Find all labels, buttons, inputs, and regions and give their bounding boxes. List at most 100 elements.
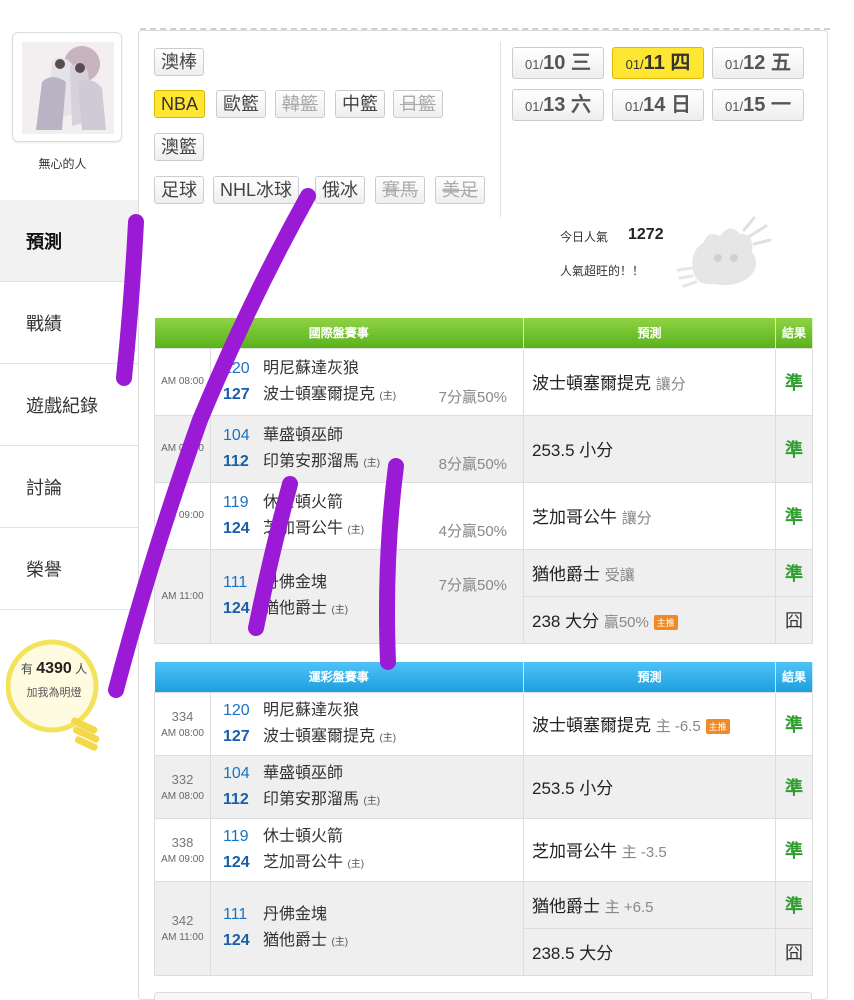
home-team-name: 印第安那溜馬: [263, 790, 360, 808]
avatar[interactable]: [12, 32, 122, 142]
away-team-name: 明尼蘇達灰狼: [263, 359, 360, 377]
sport-btn-aus-basketball[interactable]: 澳籃: [154, 133, 204, 161]
sport-btn-china-basketball[interactable]: 中籃: [335, 90, 385, 118]
sport-btn-american-football[interactable]: 美足: [435, 176, 485, 204]
home-mark: (主): [331, 937, 349, 948]
result-cell: 囧: [775, 927, 814, 976]
prediction-extra: 主 +6.5: [604, 899, 654, 916]
date-btn-0115[interactable]: 01/15 一: [712, 89, 804, 121]
game-teams: 120 明尼蘇達灰狼 127 波士頓塞爾提克 (主) 7分贏50%: [209, 347, 525, 416]
game-time: AM 08:00: [161, 790, 204, 802]
date-day: 10: [543, 52, 566, 74]
table-row: 342 AM 11:00 111 丹佛金塊 124 猶他爵士 (主) 猶他爵士 主 +…: [154, 880, 814, 976]
follow-lightbulb[interactable]: 有 4390 人 加我為明燈: [6, 638, 102, 758]
date-month: 01/: [525, 99, 544, 114]
home-team-number: 124: [223, 600, 250, 617]
prediction-cell: 238 大分 贏50% 主推: [523, 595, 777, 644]
home-mark: (主): [347, 858, 365, 870]
prediction-extra: 受讓: [604, 567, 635, 584]
home-mark: (主): [363, 795, 381, 807]
result-cell: 準: [775, 481, 814, 550]
prediction-text: 波士頓塞爾提克: [532, 716, 652, 735]
featured-badge: 主推: [653, 615, 678, 631]
home-team-number: 127: [223, 727, 250, 745]
prediction-extra: 主 -3.5: [621, 844, 667, 861]
home-mark: (主): [347, 524, 365, 536]
fan-count-value: 4390: [36, 660, 72, 677]
game-teams: 104 華盛頓巫師 112 印第安那溜馬 (主): [209, 754, 525, 819]
sidebar-item-honors[interactable]: 榮譽: [0, 528, 138, 610]
follow-label: 加我為明燈: [26, 687, 82, 699]
date-btn-0113[interactable]: 01/13 六: [512, 89, 604, 121]
table-row: 338 AM 09:00 119 休士頓火箭 124 芝加哥公牛 (主) 芝加哥公牛 …: [154, 817, 814, 882]
game-number-time: 338 AM 09:00: [154, 817, 211, 882]
prediction-extra: 讓分: [621, 510, 652, 527]
prediction-text: 猶他爵士: [532, 565, 601, 584]
result-cell: 準: [775, 754, 814, 819]
prediction-extra: 主 -6.5: [655, 718, 701, 735]
lottery-header-prediction: 預測: [523, 662, 777, 692]
prediction-text: 253.5 小分: [532, 779, 614, 798]
sport-btn-japan-basketball[interactable]: 日籃: [393, 90, 443, 118]
home-team-name: 猶他爵士: [263, 600, 328, 617]
sport-btn-euro-basketball[interactable]: 歐籃: [216, 90, 266, 118]
game-teams: 111 丹佛金塊 124 猶他爵士 (主) 7分贏50%: [209, 548, 525, 644]
home-mark: (主): [379, 390, 397, 402]
fan-count-suffix: 人: [75, 662, 88, 676]
away-team-number: 119: [223, 493, 249, 511]
date-btn-0112[interactable]: 01/12 五: [712, 47, 804, 79]
date-weekday: 三: [570, 52, 591, 74]
sidebar-item-discussion[interactable]: 討論: [0, 446, 138, 528]
away-team-number: 120: [223, 701, 250, 719]
intl-odds-table: 國際盤賽事 預測 結果 AM 08:00 120 明尼蘇達灰狼 127 波士頓塞爾提…: [154, 318, 814, 644]
prediction-text: 猶他爵士: [532, 897, 601, 916]
home-team-number: 124: [223, 519, 250, 537]
date-btn-0114[interactable]: 01/14 日: [612, 89, 704, 121]
sport-btn-soccer[interactable]: 足球: [154, 176, 204, 204]
handicap-rate: 4分贏50%: [438, 522, 508, 540]
date-weekday: 五: [770, 52, 791, 74]
next-table-edge: [154, 992, 812, 1000]
date-month: 01/: [625, 57, 644, 72]
sport-btn-nba[interactable]: NBA: [154, 90, 206, 118]
sport-btn-horse-racing[interactable]: 賽馬: [375, 176, 425, 204]
prediction-text: 238 大分: [532, 612, 600, 631]
away-team-number: 119: [223, 827, 249, 845]
date-day: 12: [743, 52, 766, 74]
date-month: 01/: [625, 99, 644, 114]
table-row: AM 09:00 119 休士頓火箭 124 芝加哥公牛 (主) 4分贏50% 芝加…: [154, 481, 814, 550]
home-mark: (主): [331, 605, 349, 616]
popularity-note: 人氣超旺的！！: [560, 264, 645, 278]
username: 無心的人: [38, 157, 87, 171]
intl-header-games: 國際盤賽事: [154, 318, 525, 348]
table-row: AM 08:00 104 華盛頓巫師 112 印第安那溜馬 (主) 8分贏50% 2…: [154, 414, 814, 483]
prediction-text: 253.5 小分: [532, 441, 614, 460]
away-team-name: 華盛頓巫師: [263, 426, 344, 444]
result-cell: 囧: [775, 595, 814, 644]
prediction-extra: 贏50%: [603, 614, 649, 631]
home-team-name: 波士頓塞爾提克: [263, 385, 376, 403]
result-cell: 準: [775, 880, 814, 929]
result-cell: 準: [775, 347, 814, 416]
game-number: 334: [171, 708, 194, 724]
game-teams: 119 休士頓火箭 124 芝加哥公牛 (主): [209, 817, 525, 882]
game-time: AM 08:00: [154, 414, 211, 483]
away-team-number: 104: [223, 426, 250, 444]
result-cell: 準: [775, 691, 814, 756]
sidebar-item-record[interactable]: 戰績: [0, 282, 138, 364]
result-cell: 準: [775, 414, 814, 483]
date-day: 14: [643, 94, 666, 116]
date-btn-0110[interactable]: 01/10 三: [512, 47, 604, 79]
handicap-rate: 8分贏50%: [438, 455, 508, 473]
game-number: 338: [171, 834, 194, 850]
game-time: AM 11:00: [161, 932, 204, 943]
sport-btn-russia-hockey[interactable]: 俄冰: [315, 176, 365, 204]
sport-btn-aus-baseball[interactable]: 澳棒: [154, 48, 204, 76]
game-time: AM 09:00: [154, 481, 211, 550]
sport-btn-nhl[interactable]: NHL冰球: [213, 176, 300, 204]
table-row: AM 11:00 111 丹佛金塊 124 猶他爵士 (主) 7分贏50% 猶他爵士…: [154, 548, 814, 644]
sport-btn-korea-basketball[interactable]: 韓籃: [275, 90, 325, 118]
sidebar-item-predictions[interactable]: 預測: [0, 200, 138, 282]
sidebar-item-game-history[interactable]: 遊戲紀錄: [0, 364, 138, 446]
date-btn-0111[interactable]: 01/11 四: [612, 47, 704, 79]
